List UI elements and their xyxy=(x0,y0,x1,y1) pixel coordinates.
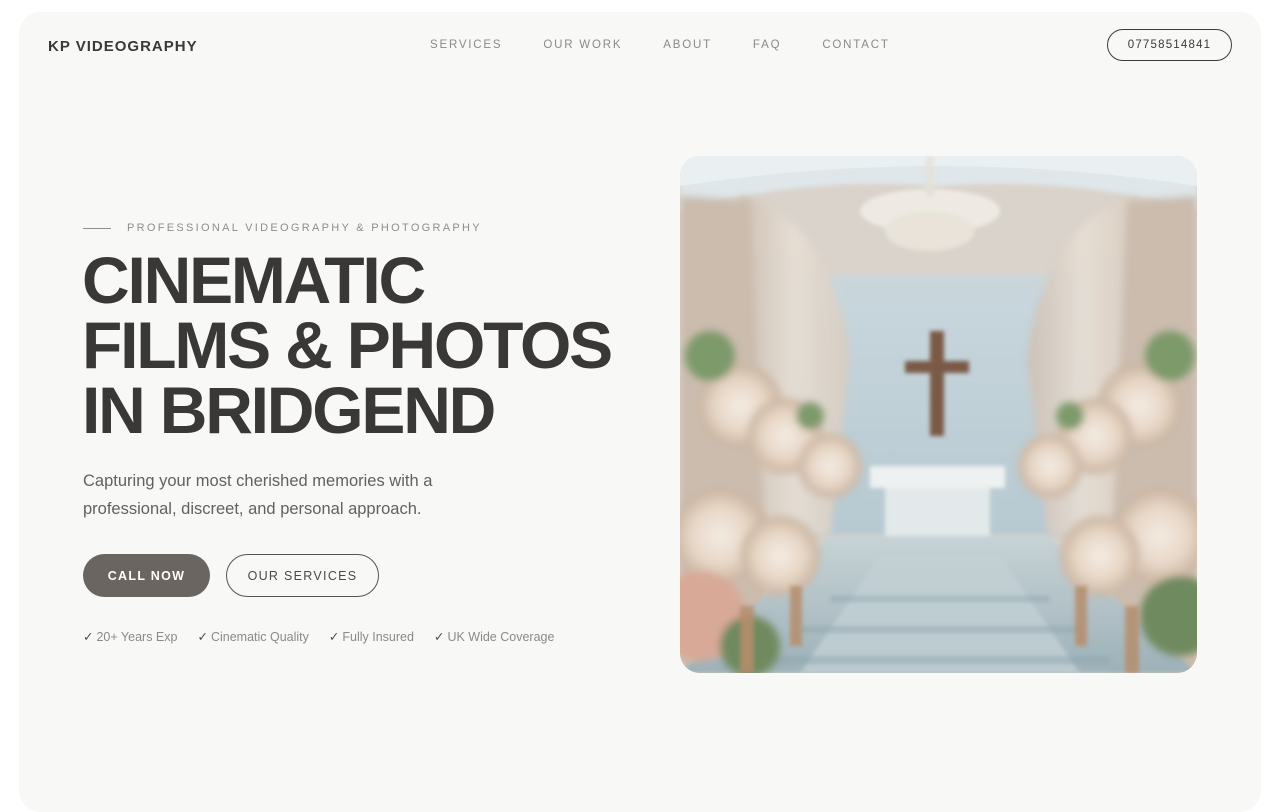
check-icon: ✓ xyxy=(197,630,208,644)
feature-list: ✓ 20+ Years Exp ✓ Cinematic Quality ✓ Fully… xyxy=(83,629,554,644)
hero-subtext: Capturing your most cherished memories w… xyxy=(83,472,433,518)
feature-item: ✓ Cinematic Quality xyxy=(197,629,308,644)
hero-cta-row: CALL NOW OUR SERVICES xyxy=(83,554,379,597)
phone-button[interactable]: 07758514841 xyxy=(1107,29,1232,61)
feature-label: Fully Insured xyxy=(342,630,414,644)
nav-item-our-work[interactable]: OUR WORK xyxy=(543,39,622,51)
feature-item: ✓ 20+ Years Exp xyxy=(83,629,177,644)
headline-line-1: CINEMATIC xyxy=(82,243,426,317)
feature-item: ✓ UK Wide Coverage xyxy=(434,629,554,644)
check-icon: ✓ xyxy=(328,630,340,644)
eyebrow-text: PROFESSIONAL VIDEOGRAPHY & PHOTOGRAPHY xyxy=(127,222,482,234)
feature-label: 20+ Years Exp xyxy=(96,630,178,644)
feature-label: Cinematic Quality xyxy=(210,630,309,644)
wedding-ceremony-illustration xyxy=(680,156,1197,673)
check-icon: ✓ xyxy=(433,630,445,644)
hero-headline: CINEMATIC FILMS & PHOTOS IN BRIDGEND xyxy=(82,243,613,447)
hero-eyebrow: PROFESSIONAL VIDEOGRAPHY & PHOTOGRAPHY xyxy=(83,222,482,234)
our-services-button[interactable]: OUR SERVICES xyxy=(226,554,379,597)
call-now-button[interactable]: CALL NOW xyxy=(83,554,210,597)
main-nav: SERVICES OUR WORK ABOUT FAQ CONTACT xyxy=(430,39,890,51)
brand-logo[interactable]: KP VIDEOGRAPHY xyxy=(48,38,198,55)
nav-item-services[interactable]: SERVICES xyxy=(430,39,502,51)
feature-item: ✓ Fully Insured xyxy=(329,629,414,644)
headline-line-3: IN BRIDGEND xyxy=(82,373,496,447)
nav-item-about[interactable]: ABOUT xyxy=(663,39,712,51)
feature-label: UK Wide Coverage xyxy=(447,630,555,644)
hero-image-wedding-aisle xyxy=(680,156,1197,673)
page-container: KP VIDEOGRAPHY SERVICES OUR WORK ABOUT F… xyxy=(19,12,1261,812)
nav-item-faq[interactable]: FAQ xyxy=(753,39,781,51)
eyebrow-divider xyxy=(83,227,111,229)
check-icon: ✓ xyxy=(83,630,94,644)
nav-item-contact[interactable]: CONTACT xyxy=(822,39,889,51)
headline-line-2: FILMS & PHOTOS xyxy=(82,308,613,382)
